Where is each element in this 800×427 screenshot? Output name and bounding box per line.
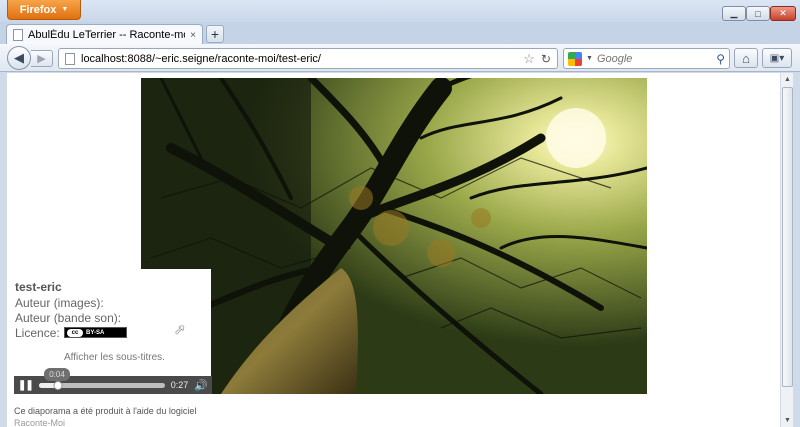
back-button[interactable]: ◀	[7, 46, 31, 70]
forward-button[interactable]: ▶	[31, 50, 53, 67]
maximize-button[interactable]: □	[746, 6, 770, 21]
mouse-cursor-icon: ➚	[174, 321, 186, 337]
google-logo-icon[interactable]	[568, 51, 582, 66]
audio-player: ❚❚ 0:27 🔊	[14, 376, 212, 394]
pause-icon[interactable]: ❚❚	[18, 380, 34, 391]
seek-handle[interactable]	[53, 380, 63, 390]
search-input[interactable]	[596, 52, 713, 65]
arrow-right-icon: ▶	[37, 53, 46, 65]
navigation-toolbar: ◀ ▶ localhost:8088/~eric.seigne/raconte-…	[0, 44, 800, 72]
search-bar[interactable]: ▼ ⚲	[563, 48, 730, 69]
page-icon	[13, 29, 23, 41]
volume-icon[interactable]: 🔊	[194, 379, 208, 392]
current-time-tooltip: 0:04	[44, 368, 70, 381]
tab-close-icon[interactable]: ×	[190, 30, 196, 41]
footer-credit-link[interactable]: Raconte-Moi	[14, 418, 65, 427]
tab-active[interactable]: AbulÉdu LeTerrier -- Raconte-moi test-e.…	[6, 24, 203, 45]
bookmarks-icon: ▣▾	[769, 52, 785, 64]
close-icon: ✕	[779, 8, 787, 18]
page-scrollbar[interactable]: ▲ ▼	[780, 73, 793, 427]
plus-icon: +	[210, 26, 220, 42]
author-images-label: Auteur (images):	[15, 296, 104, 310]
bookmarks-menu-button[interactable]: ▣▾	[762, 48, 792, 68]
seek-bar[interactable]	[38, 380, 165, 390]
url-text[interactable]: localhost:8088/~eric.seigne/raconte-moi/…	[81, 53, 517, 65]
cc-license-badge[interactable]: cc BY-SA	[64, 327, 127, 338]
home-icon: ⌂	[742, 50, 750, 66]
minimize-button[interactable]: ▁	[722, 6, 746, 21]
show-subtitles-link[interactable]: Afficher les sous-titres.	[64, 352, 165, 363]
chevron-down-icon: ▼	[61, 6, 69, 13]
minimize-icon: ▁	[730, 8, 738, 18]
close-window-button[interactable]: ✕	[770, 6, 796, 21]
page-content: test-eric Auteur (images): Auteur (bande…	[7, 73, 780, 427]
window-frame	[793, 73, 800, 427]
new-tab-button[interactable]: +	[206, 25, 224, 43]
search-icon[interactable]: ⚲	[716, 52, 725, 66]
duration-label: 0:27	[170, 380, 189, 390]
slideshow-image	[141, 78, 647, 394]
tab-strip: AbulÉdu LeTerrier -- Raconte-moi test-e.…	[0, 22, 800, 45]
bookmark-star-icon[interactable]: ☆	[523, 51, 535, 67]
tab-title: AbulÉdu LeTerrier -- Raconte-moi test-e.…	[28, 29, 185, 41]
slideshow-title: test-eric	[15, 280, 62, 294]
arrow-left-icon: ◀	[14, 50, 24, 65]
scrollbar-thumb[interactable]	[782, 87, 793, 387]
footer-credit: Ce diaporama a été produit à l'aide du l…	[14, 405, 212, 427]
firefox-menu-button[interactable]: Firefox ▼	[7, 0, 81, 20]
reload-icon[interactable]: ↻	[541, 52, 551, 66]
home-button[interactable]: ⌂	[734, 48, 758, 68]
page-icon	[65, 52, 75, 65]
firefox-menu-label: Firefox	[19, 3, 57, 16]
maximize-icon: □	[755, 8, 761, 19]
chevron-down-icon[interactable]: ▼	[586, 55, 593, 62]
footer-credit-text: Ce diaporama a été produit à l'aide du l…	[14, 406, 197, 416]
author-sound-label: Auteur (bande son):	[15, 311, 122, 325]
cc-icon: cc	[67, 328, 83, 337]
license-badge-text: BY-SA	[86, 329, 105, 336]
window-titlebar: Firefox ▼ ▁ □ ✕	[0, 0, 800, 22]
license-label: Licence:	[15, 326, 60, 340]
url-bar[interactable]: localhost:8088/~eric.seigne/raconte-moi/…	[58, 48, 558, 69]
